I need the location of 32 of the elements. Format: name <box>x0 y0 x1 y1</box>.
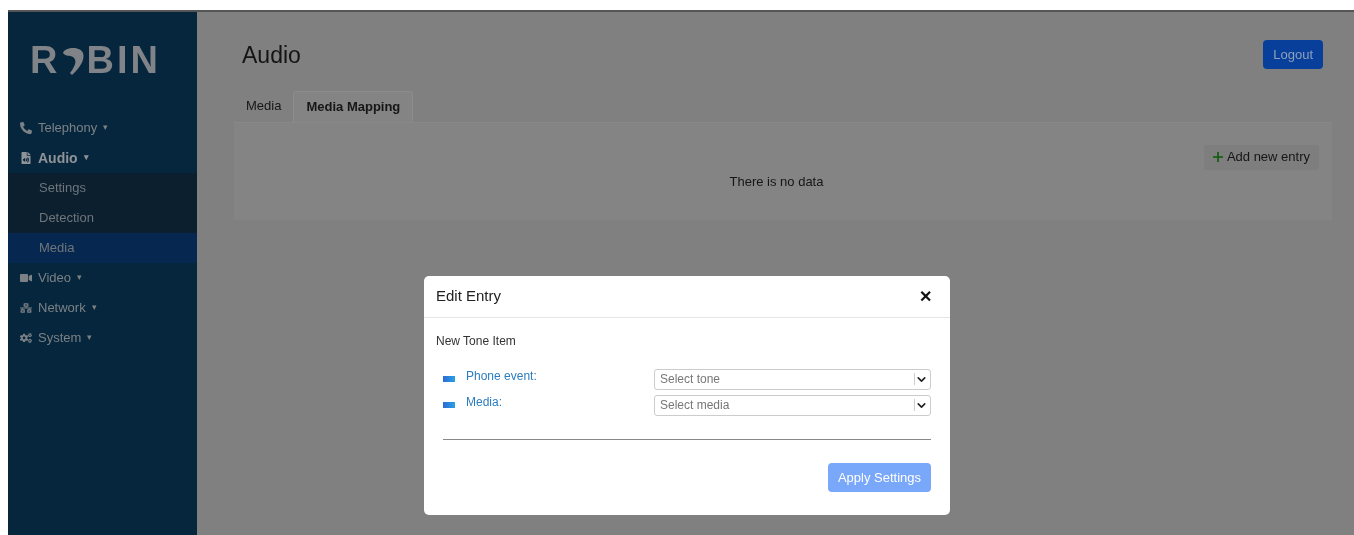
logout-button[interactable]: Logout <box>1263 40 1323 69</box>
sidebar-item[interactable]: Settings <box>8 173 197 203</box>
gears-icon <box>20 332 32 344</box>
tab[interactable]: Media <box>234 90 294 122</box>
sidebar-menu[interactable]: System ▾ <box>8 323 197 353</box>
sidebar-menu[interactable]: Network ▾ <box>8 293 197 323</box>
dialog-subtitle: New Tone Item <box>436 333 517 350</box>
close-button[interactable]: ✕ <box>919 284 938 309</box>
sidebar-menu[interactable]: Video ▾ <box>8 263 197 293</box>
sidebar-item[interactable]: Media <box>8 233 197 263</box>
apply-settings-button[interactable]: Apply Settings <box>827 463 931 492</box>
field-label: Phone event: <box>466 368 538 385</box>
phone-icon <box>20 122 32 134</box>
page-title: Audio <box>242 41 301 70</box>
network-icon <box>20 302 32 314</box>
audio-file-icon <box>20 152 32 164</box>
sidebar-item[interactable]: Detection <box>8 203 197 233</box>
select-field[interactable]: Select tone <box>654 368 931 390</box>
add-entry-button[interactable]: Add new entry <box>1203 144 1319 170</box>
empty-message: There is no data <box>729 172 824 191</box>
logo-text: BIN <box>86 38 161 83</box>
dialog-title: Edit Entry <box>436 286 502 307</box>
video-camera-icon <box>20 272 32 284</box>
field-label: Media: <box>466 394 504 411</box>
sidebar-menu[interactable]: Audio ▾ <box>8 143 197 173</box>
bar-icon <box>443 376 455 382</box>
tab[interactable]: Media Mapping <box>293 90 414 122</box>
sidebar-menu[interactable]: Telephony ▾ <box>8 113 197 143</box>
bar-icon <box>443 402 455 408</box>
logo-text: R <box>30 38 61 83</box>
select-field[interactable]: Select media <box>654 394 931 416</box>
plus-icon <box>1212 152 1223 162</box>
